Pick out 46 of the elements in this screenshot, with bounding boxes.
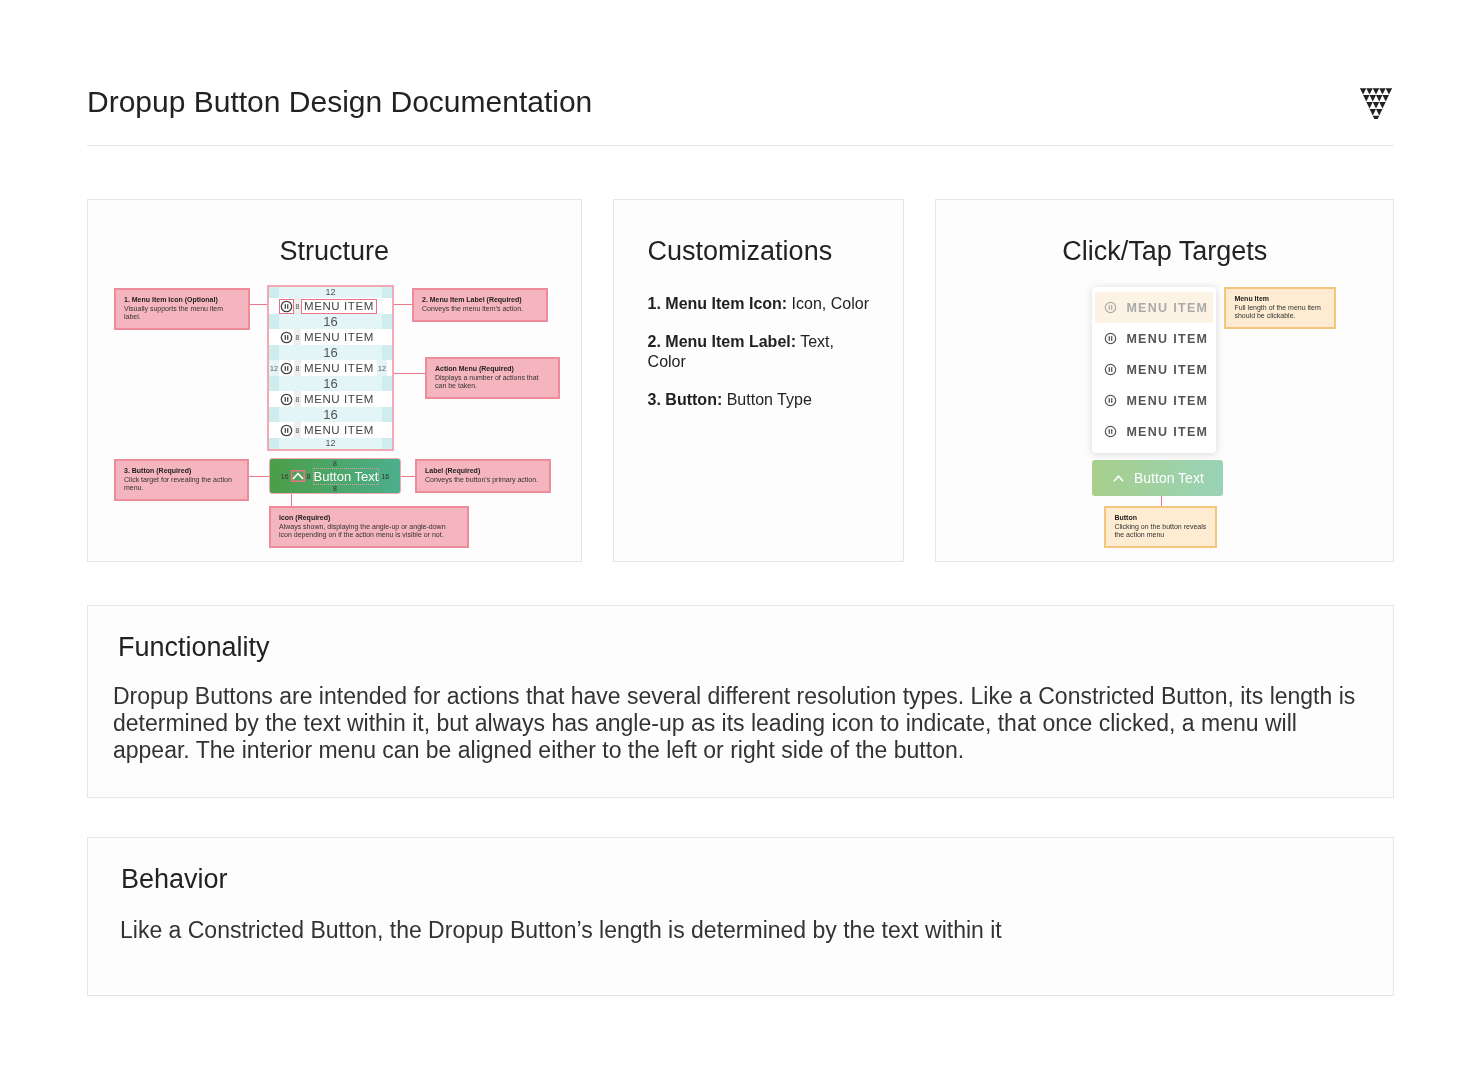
spacing-label: 12 <box>324 438 337 449</box>
menu-item-label: MENU ITEM <box>303 360 375 376</box>
leader-line <box>291 494 292 506</box>
section-title: Behavior <box>121 864 229 895</box>
section-paragraph: Dropup Buttons are intended for actions that have several different resolution types. Like a Constricted Button, its length is determined by the text within it, but always has angle-up as its leading icon to indicate, that once clicked, a menu will appear. The interior menu can be aligned either to the left or right side of the button. <box>113 683 1357 764</box>
shield-logo-icon <box>1358 85 1394 119</box>
customization-item: 1. Menu Item Icon: Icon, Color <box>647 294 870 314</box>
pause-circle-icon <box>279 360 294 376</box>
pause-circle-icon <box>1104 363 1118 376</box>
spacing-label: 16 <box>322 376 339 391</box>
card-title: Structure <box>278 236 391 268</box>
card-title: Customizations <box>647 236 834 268</box>
leader-line <box>394 373 425 374</box>
card-title: Click/Tap Targets <box>1061 236 1269 268</box>
pause-circle-icon <box>279 329 294 345</box>
leader-line <box>250 304 267 305</box>
menu-item-label: MENU ITEM <box>303 422 375 438</box>
leader-line <box>401 476 415 477</box>
spacing-label: 16 <box>322 345 339 360</box>
pause-circle-icon <box>1104 332 1118 345</box>
leader-line <box>249 476 269 477</box>
customization-item: 2. Menu Item Label: Text, Color <box>647 332 835 372</box>
pause-circle-icon <box>1104 301 1118 314</box>
pause-circle-icon <box>279 391 294 407</box>
page-title: Dropup Button Design Documentation <box>87 85 593 119</box>
menu-item-label: MENU ITEM <box>301 298 377 314</box>
spacing-label: 16 <box>322 407 339 422</box>
leader-line <box>394 304 412 305</box>
menu-item[interactable]: MENU ITEM <box>1095 323 1214 354</box>
menu-item-label: MENU ITEM <box>303 329 375 345</box>
customization-item: 3. Button: Button Type <box>647 390 813 410</box>
section-title: Functionality <box>118 632 271 663</box>
pause-circle-icon <box>279 422 294 438</box>
chevron-up-icon <box>1112 472 1125 484</box>
spacing-label: 16 <box>322 314 339 329</box>
chevron-up-icon <box>290 470 305 482</box>
pause-circle-icon <box>1104 425 1118 438</box>
menu-item[interactable]: MENU ITEM <box>1095 416 1214 447</box>
spacing-label: 12 <box>324 287 337 298</box>
leader-line <box>1161 496 1163 506</box>
menu-item[interactable]: MENU ITEM <box>1095 354 1214 385</box>
section-paragraph: Like a Constricted Button, the Dropup Button’s length is determined by the text within it <box>120 917 1003 944</box>
pause-circle-icon <box>1104 394 1118 407</box>
menu-item[interactable]: MENU ITEM <box>1095 385 1214 416</box>
button-label: Button Text <box>312 467 380 485</box>
menu-item-label: MENU ITEM <box>303 391 375 407</box>
